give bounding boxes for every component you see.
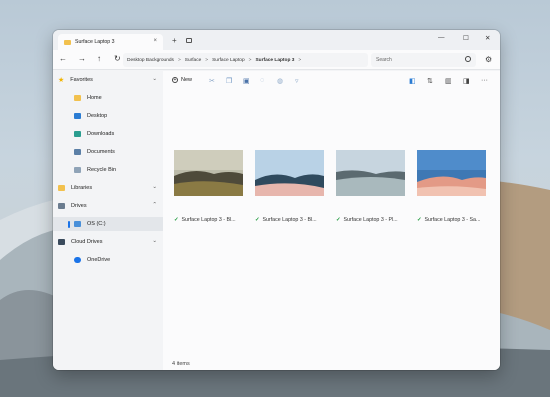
recycle-bin-icon [74,167,81,173]
minimize-button[interactable]: — [438,34,445,41]
sidebar-group-label: Favorites [70,77,93,83]
refresh-button[interactable]: ↻ [114,54,121,63]
breadcrumb-desktop-backgrounds[interactable]: Desktop Backgrounds [127,58,174,63]
new-button[interactable]: + New [172,77,192,83]
home-icon [74,95,81,101]
new-button-label: New [181,77,193,83]
selection-indicator [68,221,70,228]
sidebar-group-label: Libraries [71,185,93,191]
chevron-right-icon: > [248,57,252,63]
layout-icon[interactable]: ◨ [463,77,470,85]
search-input[interactable]: Search [371,53,476,67]
tab-surface-laptop-3[interactable]: Surface Laptop 3 × [58,34,163,50]
sidebar-item-label: OS (C:) [87,221,106,227]
navigation-bar: ← → ↑ ↻ Desktop Backgrounds > Surface > … [53,50,500,70]
chevron-right-icon: > [298,57,302,63]
sidebar-group-drives[interactable]: Drives ⌃ [53,199,163,213]
forward-button[interactable]: → [78,54,86,63]
sidebar-group-label: Drives [71,203,87,209]
search-icon[interactable] [465,56,471,62]
close-button[interactable]: ✕ [485,34,490,42]
file-explorer-window: Surface Laptop 3 × + — ☐ ✕ ← → ↑ ↻ Deskt… [53,30,500,370]
downloads-icon [74,131,81,137]
cut-icon[interactable]: ✂ [209,77,215,85]
rename-icon[interactable]: ◌ [260,77,264,84]
copy-icon[interactable]: ❐ [226,77,232,85]
file-list-pane: + New ✂ ❐ ▣ ◌ ◍ ▿ ◧ ⇅ ▥ ◨ ··· ✓ Surface … [163,71,500,370]
onedrive-icon [74,257,81,263]
sidebar-item-downloads[interactable]: Downloads [53,127,163,141]
file-thumbnail[interactable] [174,150,243,196]
drives-icon [58,203,65,209]
chevron-up-icon[interactable]: ⌃ [152,202,157,208]
plus-icon: + [172,77,178,83]
maximize-button[interactable]: ☐ [463,34,469,42]
sync-check-icon: ✓ [336,217,341,223]
select-icon[interactable]: ◧ [409,77,416,85]
new-tab-button[interactable]: + [172,36,177,45]
sync-check-icon: ✓ [417,217,422,223]
status-bar-item-count: 4 items [172,361,190,367]
sidebar-group-libraries[interactable]: Libraries ⌄ [53,181,163,195]
sidebar-item-desktop[interactable]: Desktop [53,109,163,123]
sidebar-item-label: Downloads [87,131,115,137]
folder-icon [64,39,71,45]
group-icon[interactable]: ▥ [445,77,452,85]
paste-icon[interactable]: ▣ [243,77,250,85]
file-name[interactable]: ✓ Surface Laptop 3 - Sa... [417,217,480,223]
navigation-pane: ★ Favorites ⌄ Home Desktop Downloads Doc… [53,71,163,370]
tab-actions-icon[interactable] [186,38,192,43]
chevron-down-icon[interactable]: ⌄ [152,238,157,244]
file-thumbnail[interactable] [336,150,405,196]
title-bar: Surface Laptop 3 × + — ☐ ✕ [53,30,500,50]
sidebar-item-onedrive[interactable]: OneDrive [53,253,163,267]
file-name[interactable]: ✓ Surface Laptop 3 - Pl... [336,217,398,223]
file-name[interactable]: ✓ Surface Laptop 3 - Bl... [174,217,236,223]
sort-icon[interactable]: ⇅ [427,77,433,85]
sidebar-item-recycle-bin[interactable]: Recycle Bin [53,163,163,177]
drive-icon [74,221,81,227]
sync-check-icon: ✓ [255,217,260,223]
back-button[interactable]: ← [59,54,67,63]
tab-close-icon[interactable]: × [153,38,157,44]
file-thumbnail[interactable] [255,150,324,196]
chevron-right-icon: > [177,57,181,63]
breadcrumb-surface-laptop[interactable]: Surface Laptop [212,58,245,63]
sidebar-item-label: OneDrive [87,257,111,263]
sidebar-group-label: Cloud Drives [71,239,103,245]
more-options-button[interactable]: ··· [481,77,488,84]
up-button[interactable]: ↑ [97,54,101,63]
chevron-down-icon[interactable]: ⌄ [152,76,157,82]
sidebar-item-label: Desktop [87,113,108,119]
sidebar-item-home[interactable]: Home [53,91,163,105]
sidebar-group-cloud-drives[interactable]: Cloud Drives ⌄ [53,235,163,249]
cloud-drives-icon [58,239,65,245]
libraries-icon [58,185,65,191]
star-icon: ★ [58,77,65,84]
delete-icon[interactable]: ▿ [295,77,299,85]
sidebar-item-label: Home [87,95,102,101]
tab-title: Surface Laptop 3 [75,39,115,45]
address-bar[interactable]: Desktop Backgrounds > Surface > Surface … [123,53,368,67]
file-thumbnail[interactable] [417,150,486,196]
documents-icon [74,149,81,155]
share-icon[interactable]: ◍ [277,77,283,85]
breadcrumb-surface[interactable]: Surface [185,58,202,63]
sidebar-item-os-c[interactable]: OS (C:) [53,217,163,231]
sidebar-item-label: Recycle Bin [87,167,117,173]
search-placeholder: Search [376,57,392,63]
sync-check-icon: ✓ [174,217,179,223]
breadcrumb-surface-laptop-3[interactable]: Surface Laptop 3 [255,58,294,63]
gear-icon[interactable]: ⚙ [485,55,492,64]
desktop-icon [74,113,81,119]
sidebar-group-favorites[interactable]: ★ Favorites ⌄ [53,73,163,87]
file-name[interactable]: ✓ Surface Laptop 3 - Bl... [255,217,317,223]
chevron-down-icon[interactable]: ⌄ [152,184,157,190]
chevron-right-icon: > [205,57,209,63]
sidebar-item-label: Documents [87,149,115,155]
sidebar-item-documents[interactable]: Documents [53,145,163,159]
